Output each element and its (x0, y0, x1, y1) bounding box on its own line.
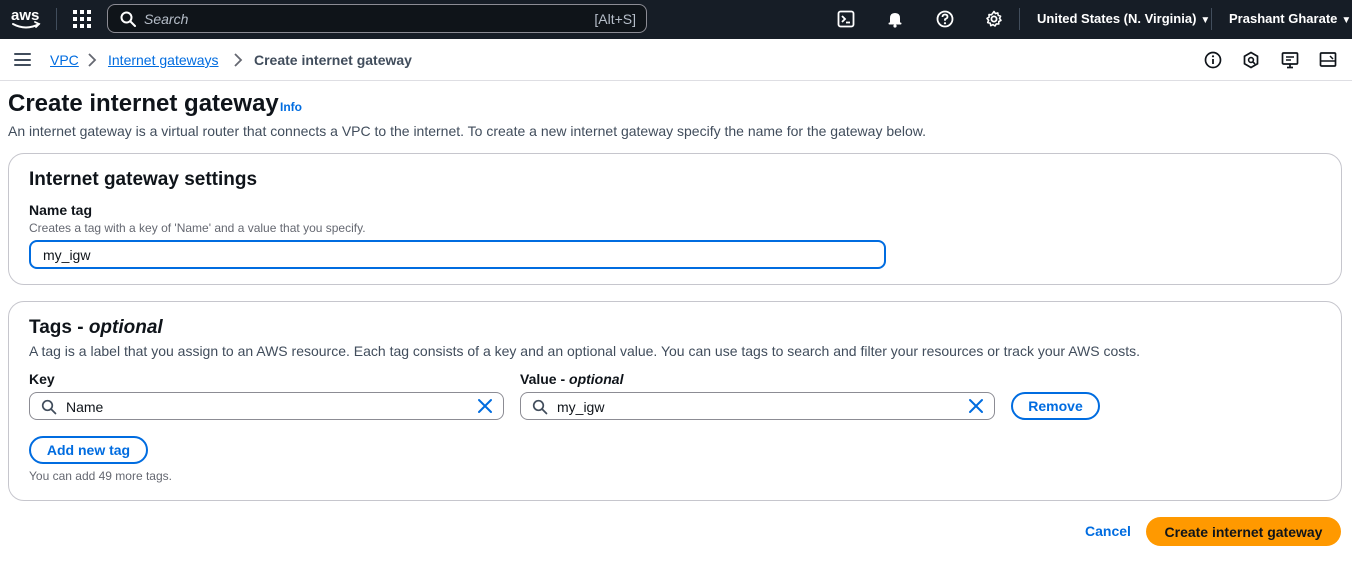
tags-panel: Tags - optional A tag is a label that yo… (8, 301, 1342, 501)
tag-value-input[interactable]: my_igw (520, 392, 995, 420)
create-internet-gateway-button[interactable]: Create internet gateway (1146, 517, 1341, 546)
name-tag-input[interactable] (29, 240, 886, 269)
add-new-tag-button[interactable]: Add new tag (29, 436, 148, 464)
services-grid-icon[interactable] (72, 9, 92, 29)
region-label: United States (N. Virginia) (1037, 11, 1197, 26)
global-search-input[interactable] (144, 10, 564, 27)
nav-divider (1211, 8, 1212, 30)
split-panel-icon[interactable] (1318, 50, 1338, 70)
settings-gear-icon[interactable] (983, 8, 1005, 30)
breadcrumb-internet-gateways[interactable]: Internet gateways (108, 52, 219, 68)
search-shortcut-hint: [Alt+S] (594, 10, 636, 27)
search-icon (120, 11, 136, 27)
account-name: Prashant Gharate (1229, 11, 1338, 26)
breadcrumb-bar: VPC Internet gateways Create internet ga… (0, 39, 1352, 81)
caret-down-icon: ▼ (1341, 15, 1352, 26)
info-panel-icon[interactable] (1203, 50, 1223, 70)
tag-value-value: my_igw (557, 399, 605, 415)
breadcrumb-current-page: Create internet gateway (254, 52, 412, 68)
tags-panel-title: Tags - optional (29, 317, 163, 338)
nav-divider (56, 8, 57, 30)
cloudshell-icon[interactable] (835, 8, 857, 30)
aws-logo[interactable]: aws (10, 5, 42, 33)
tags-description: A tag is a label that you assign to an A… (29, 343, 1141, 359)
settings-panel-title: Internet gateway settings (29, 169, 258, 190)
caret-down-icon: ▼ (1200, 15, 1211, 26)
clear-x-icon[interactable] (968, 398, 984, 414)
internet-gateway-settings-panel: Internet gateway settings Name tag Creat… (8, 153, 1342, 285)
tag-limit-hint: You can add 49 more tags. (29, 469, 172, 483)
tag-key-input[interactable]: Name (29, 392, 504, 420)
tag-key-label: Key (29, 371, 55, 387)
top-navigation: aws [Alt+S] United States (N. Virginia)▼… (0, 0, 1352, 39)
side-navigation-menu-icon[interactable] (14, 53, 31, 66)
feedback-screen-icon[interactable] (1280, 50, 1300, 70)
tag-value-label: Value - optional (520, 371, 624, 387)
clear-x-icon[interactable] (477, 398, 493, 414)
notifications-bell-icon[interactable] (884, 8, 906, 30)
region-selector[interactable]: United States (N. Virginia) ▼ (1037, 11, 1210, 26)
page-description: An internet gateway is a virtual router … (8, 123, 927, 139)
search-icon (532, 399, 548, 415)
resource-explorer-icon[interactable] (1241, 50, 1261, 70)
help-icon[interactable] (934, 8, 956, 30)
info-link[interactable]: Info (280, 100, 302, 114)
page-title: Create internet gateway (8, 90, 279, 117)
nav-divider (1019, 8, 1020, 30)
search-icon (41, 399, 57, 415)
name-tag-label: Name tag (29, 202, 93, 218)
cancel-button[interactable]: Cancel (1085, 523, 1131, 539)
breadcrumb-vpc[interactable]: VPC (50, 52, 79, 68)
global-search-box[interactable]: [Alt+S] (107, 4, 647, 33)
chevron-right-icon (234, 53, 243, 67)
remove-tag-button[interactable]: Remove (1011, 392, 1100, 420)
name-tag-hint: Creates a tag with a key of 'Name' and a… (29, 221, 366, 235)
tag-key-value: Name (66, 399, 104, 415)
account-menu[interactable]: Prashant Gharate ▼ (1229, 11, 1351, 26)
chevron-right-icon (88, 53, 97, 67)
